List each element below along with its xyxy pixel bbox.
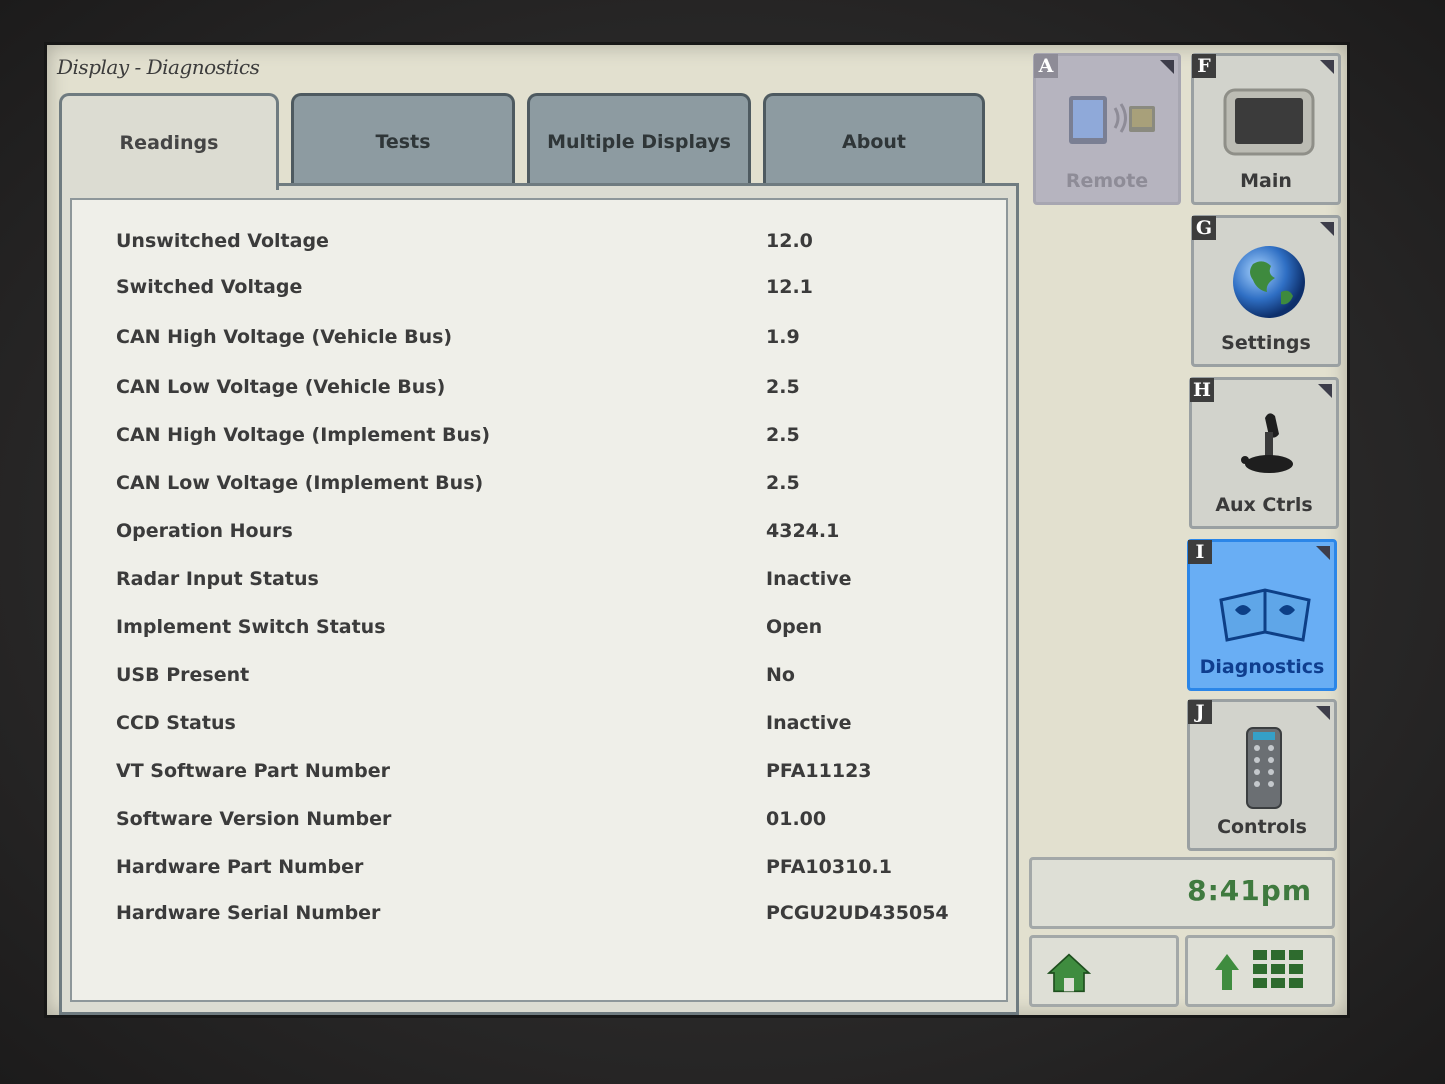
softkey-letter-a: A	[1034, 54, 1058, 78]
reading-row: Implement Switch Status Open	[116, 616, 996, 656]
reading-label: CAN Low Voltage (Implement Bus)	[116, 472, 484, 494]
up-arrow-grid-icon	[1215, 950, 1303, 990]
page-title: Display - Diagnostics	[57, 55, 260, 79]
reading-value: 1.9	[766, 326, 800, 348]
corner-arrow-icon	[1316, 546, 1330, 560]
corner-arrow-icon	[1320, 222, 1334, 236]
clock-display: 8:41pm	[1029, 857, 1335, 929]
reading-value: 2.5	[766, 472, 800, 494]
settings-label: Settings	[1221, 332, 1311, 354]
controls-label: Controls	[1217, 816, 1307, 838]
readings-list: Unswitched Voltage 12.0 Switched Voltage…	[70, 198, 1008, 1002]
reading-label: Unswitched Voltage	[116, 230, 329, 252]
reading-row: Radar Input Status Inactive	[116, 568, 996, 608]
tab-tests[interactable]: Tests	[291, 93, 515, 188]
settings-button[interactable]: G Settings	[1191, 215, 1341, 367]
reading-row: CAN High Voltage (Implement Bus) 2.5	[116, 424, 996, 464]
diagnostics-label: Diagnostics	[1199, 656, 1325, 678]
corner-arrow-icon	[1320, 60, 1334, 74]
display-screen: Display - Diagnostics Readings Tests Mul…	[44, 42, 1350, 1018]
tab-readings[interactable]: Readings	[59, 93, 279, 190]
reading-label: Hardware Part Number	[116, 856, 364, 878]
joystick-icon	[1241, 413, 1293, 473]
reading-value: 2.5	[766, 424, 800, 446]
diagnostics-button[interactable]: I Diagnostics	[1187, 539, 1337, 691]
globe-icon	[1233, 246, 1305, 318]
readings-panel: Unswitched Voltage 12.0 Switched Voltage…	[59, 183, 1019, 1015]
aux-ctrls-label: Aux Ctrls	[1215, 494, 1313, 516]
corner-arrow-icon	[1318, 384, 1332, 398]
reading-value: Inactive	[766, 568, 852, 590]
remote-control-icon	[1246, 727, 1282, 809]
reading-row: CAN Low Voltage (Vehicle Bus) 2.5	[116, 376, 996, 416]
softkey-letter-j: J	[1188, 700, 1212, 724]
reading-value: 4324.1	[766, 520, 840, 542]
reading-row: Switched Voltage 12.1	[116, 276, 996, 316]
reading-row: CCD Status Inactive	[116, 712, 996, 752]
tab-about[interactable]: About	[763, 93, 985, 188]
tab-readings-label: Readings	[119, 132, 219, 154]
reading-label: CAN Low Voltage (Vehicle Bus)	[116, 376, 446, 398]
reading-label: Implement Switch Status	[116, 616, 386, 638]
main-label: Main	[1240, 170, 1292, 192]
reading-row: USB Present No	[116, 664, 996, 704]
reading-label: Radar Input Status	[116, 568, 319, 590]
menu-up-button[interactable]	[1185, 935, 1335, 1007]
aux-ctrls-button[interactable]: H Aux Ctrls	[1189, 377, 1339, 529]
reading-value: Inactive	[766, 712, 852, 734]
reading-label: CCD Status	[116, 712, 236, 734]
reading-value: 12.1	[766, 276, 813, 298]
controls-button[interactable]: J Controls	[1187, 699, 1337, 851]
reading-row: Unswitched Voltage 12.0	[116, 230, 996, 270]
softkey-letter-i: I	[1188, 540, 1212, 564]
tab-about-label: About	[842, 131, 906, 153]
reading-value: PFA10310.1	[766, 856, 892, 878]
reading-label: VT Software Part Number	[116, 760, 390, 782]
corner-arrow-icon	[1160, 60, 1174, 74]
clock-time: 8:41pm	[1187, 874, 1312, 907]
softkey-letter-f: F	[1192, 54, 1216, 78]
reading-label: Operation Hours	[116, 520, 293, 542]
tab-multiple-displays-label: Multiple Displays	[547, 131, 731, 153]
reading-row: VT Software Part Number PFA11123	[116, 760, 996, 800]
reading-value: Open	[766, 616, 823, 638]
corner-arrow-icon	[1316, 706, 1330, 720]
remote-label: Remote	[1065, 170, 1149, 192]
reading-row: CAN High Voltage (Vehicle Bus) 1.9	[116, 326, 996, 366]
reading-label: Hardware Serial Number	[116, 902, 381, 924]
reading-row: Hardware Part Number PFA10310.1	[116, 856, 996, 896]
reading-label: Switched Voltage	[116, 276, 303, 298]
reading-value: 2.5	[766, 376, 800, 398]
reading-row: CAN Low Voltage (Implement Bus) 2.5	[116, 472, 996, 512]
tab-multiple-displays[interactable]: Multiple Displays	[527, 93, 751, 188]
reading-label: CAN High Voltage (Vehicle Bus)	[116, 326, 453, 348]
softkey-letter-g: G	[1192, 216, 1216, 240]
reading-value: 01.00	[766, 808, 827, 830]
reading-row: Hardware Serial Number PCGU2UD435054	[116, 902, 996, 942]
reading-value: PCGU2UD435054	[766, 902, 949, 924]
tab-tests-label: Tests	[375, 131, 431, 153]
reading-label: CAN High Voltage (Implement Bus)	[116, 424, 491, 446]
reading-value: No	[766, 664, 795, 686]
reading-label: Software Version Number	[116, 808, 392, 830]
reading-value: PFA11123	[766, 760, 872, 782]
reading-label: USB Present	[116, 664, 250, 686]
home-icon	[1046, 953, 1092, 993]
reading-row: Operation Hours 4324.1	[116, 520, 996, 560]
reading-row: Software Version Number 01.00	[116, 808, 996, 848]
remote-display-icon	[1069, 96, 1155, 144]
main-button[interactable]: F Main	[1191, 53, 1341, 205]
home-button[interactable]	[1029, 935, 1179, 1007]
remote-button[interactable]: A Remote	[1033, 53, 1181, 205]
wrench-book-icon	[1219, 588, 1311, 642]
display-icon	[1223, 88, 1315, 156]
softkey-letter-h: H	[1190, 378, 1214, 402]
reading-value: 12.0	[766, 230, 813, 252]
